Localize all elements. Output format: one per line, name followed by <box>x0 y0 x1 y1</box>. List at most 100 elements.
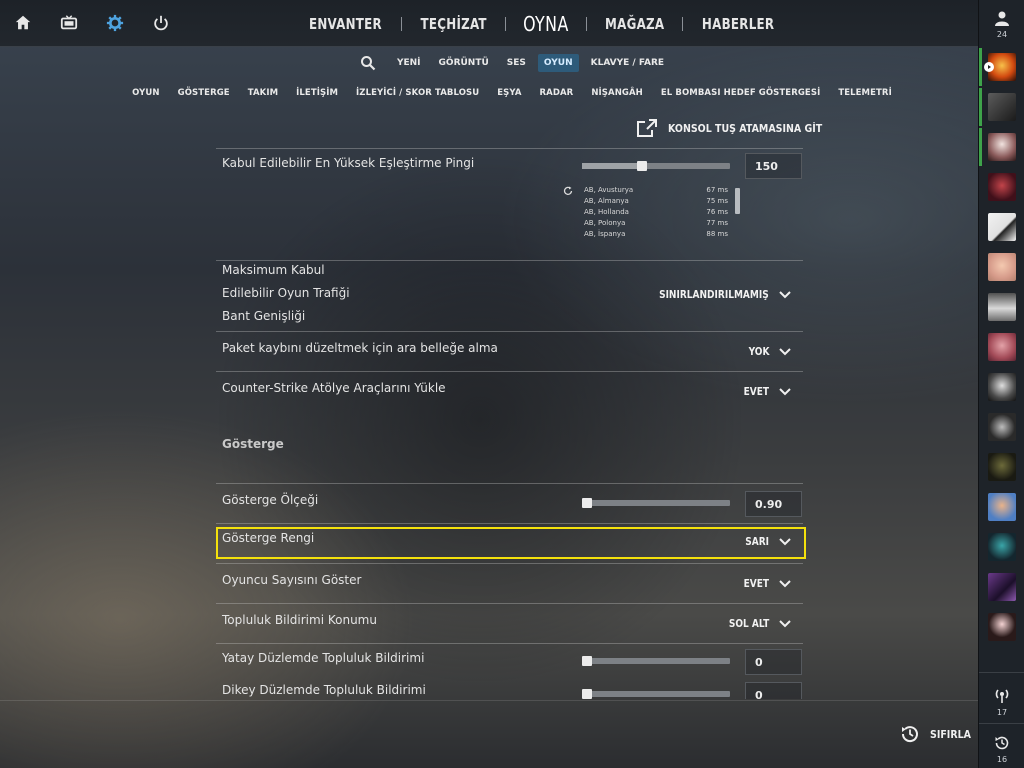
nav-magaza[interactable]: MAĞAZA <box>593 15 677 33</box>
setting-notification-position: Topluluk Bildirimi Konumu SOL ALT <box>216 603 803 643</box>
workshop-dropdown[interactable]: EVET <box>738 385 791 398</box>
tab-goruntu[interactable]: GÖRÜNTÜ <box>433 54 495 72</box>
tab-ses[interactable]: SES <box>501 54 532 72</box>
reset-label: SIFIRLA <box>930 727 971 741</box>
setting-hud-scale: Gösterge Ölçeği 0.90 <box>216 483 803 523</box>
broadcast-button[interactable]: 17 <box>979 686 1024 717</box>
slider-knob[interactable] <box>637 161 648 171</box>
tab-oyun[interactable]: OYUN <box>537 54 579 72</box>
nav-envanter[interactable]: ENVANTER <box>297 15 395 33</box>
bottom-divider <box>0 700 978 701</box>
slider-knob[interactable] <box>582 498 592 508</box>
gear-icon[interactable] <box>104 12 126 34</box>
server-ms: 75 ms <box>706 197 728 205</box>
hud-scale-slider[interactable] <box>582 498 730 508</box>
setting-bandwidth: Maksimum Kabul Edilebilir Oyun Trafiği B… <box>216 260 803 331</box>
slider-knob[interactable] <box>582 689 592 699</box>
category-oyun[interactable]: OYUN <box>132 88 160 102</box>
friends-rail: 24 17 16 <box>978 0 1024 768</box>
notification-vertical-field[interactable]: 0 <box>745 682 802 699</box>
nav-haberler[interactable]: HABERLER <box>690 15 787 33</box>
reset-button[interactable]: SIFIRLA <box>900 724 978 744</box>
hud-scale-value-field[interactable]: 0.90 <box>745 491 802 517</box>
rail-separator <box>979 672 1024 673</box>
history-icon <box>995 736 1009 750</box>
tv-icon[interactable] <box>58 12 80 34</box>
friend-avatar[interactable] <box>988 453 1016 481</box>
bandwidth-dropdown[interactable]: SINIRLANDIRILMAMIŞ <box>635 288 791 301</box>
friend-avatar[interactable] <box>988 373 1016 401</box>
slider-fill <box>582 163 643 169</box>
section-title-gosterge: Gösterge <box>216 437 803 483</box>
slider-knob[interactable] <box>582 656 592 666</box>
list-item: AB, Hollanda 76 ms <box>584 208 744 219</box>
dropdown-value: EVET <box>743 385 769 398</box>
category-izleyici[interactable]: İZLEYİCİ / SKOR TABLOSU <box>356 88 479 102</box>
setting-label-line: Edilebilir Oyun Trafiği <box>222 286 350 300</box>
setting-label: Yatay Düzlemde Topluluk Bildirimi <box>222 651 425 665</box>
notification-vertical-slider[interactable] <box>582 689 730 699</box>
friend-avatar[interactable] <box>988 173 1016 201</box>
console-binding-link[interactable]: KONSOL TUŞ ATAMASINA GİT <box>636 118 847 138</box>
friend-avatar[interactable] <box>988 573 1016 601</box>
friend-avatar[interactable] <box>988 213 1016 241</box>
category-gosterge[interactable]: GÖSTERGE <box>178 88 230 102</box>
online-indicator <box>979 128 982 166</box>
friend-avatar[interactable] <box>988 293 1016 321</box>
friend-avatar[interactable] <box>988 333 1016 361</box>
friend-avatar[interactable] <box>988 493 1016 521</box>
home-icon[interactable] <box>12 12 34 34</box>
ping-slider[interactable] <box>582 161 730 171</box>
setting-notification-horizontal: Yatay Düzlemde Topluluk Bildirimi 0 <box>216 643 803 679</box>
play-icon <box>984 62 994 72</box>
friend-avatar[interactable] <box>988 253 1016 281</box>
category-nisangah[interactable]: NİŞANGÂH <box>591 88 643 102</box>
chevron-down-icon <box>779 387 791 395</box>
category-iletisim[interactable]: İLETİŞİM <box>296 88 338 102</box>
search-icon[interactable] <box>360 55 376 71</box>
server-name: AB, Hollanda <box>584 208 629 216</box>
history-count: 16 <box>996 755 1008 764</box>
history-button[interactable]: 16 <box>979 735 1024 764</box>
category-el-bombasi[interactable]: EL BOMBASI HEDEF GÖSTERGESİ <box>661 88 820 102</box>
ping-value-field[interactable]: 150 <box>745 153 802 179</box>
nav-separator <box>400 16 402 31</box>
notification-position-dropdown[interactable]: SOL ALT <box>720 617 791 630</box>
notification-horizontal-field[interactable]: 0 <box>745 649 802 675</box>
setting-label: Gösterge Ölçeği <box>222 493 319 507</box>
setting-label: Paket kaybını düzeltmek için ara belleğe… <box>222 341 498 355</box>
friend-avatar[interactable] <box>988 533 1016 561</box>
settings-list: Kabul Edilebilir En Yüksek Eşleştirme Pi… <box>216 148 803 699</box>
power-icon[interactable] <box>150 12 172 34</box>
nav-oyna[interactable]: OYNA <box>511 12 581 36</box>
friend-avatar[interactable] <box>988 613 1016 641</box>
nav-techizat[interactable]: TEÇHİZAT <box>408 15 499 33</box>
chevron-down-icon <box>779 579 791 587</box>
friend-avatars <box>979 48 1016 653</box>
chevron-down-icon <box>779 290 791 298</box>
friend-avatar[interactable] <box>979 48 1016 86</box>
category-telemetri[interactable]: TELEMETRİ <box>838 88 892 102</box>
chevron-down-icon <box>779 347 791 355</box>
friends-button[interactable]: 24 <box>979 10 1024 39</box>
tab-klavye-fare[interactable]: KLAVYE / FARE <box>585 54 670 72</box>
list-item: AB, Avusturya 67 ms <box>584 186 744 197</box>
friend-avatar[interactable] <box>979 128 1016 166</box>
setting-label: Dikey Düzlemde Topluluk Bildirimi <box>222 683 426 697</box>
category-esya[interactable]: EŞYA <box>497 88 521 102</box>
settings-subtabs: YENİ GÖRÜNTÜ SES OYUN KLAVYE / FARE <box>0 52 978 74</box>
show-players-dropdown[interactable]: EVET <box>738 577 791 590</box>
category-radar[interactable]: RADAR <box>540 88 574 102</box>
refresh-icon[interactable] <box>563 186 573 196</box>
nav-separator <box>586 16 588 31</box>
list-item: AB, Polonya 77 ms <box>584 219 744 230</box>
list-item: AB, Almanya 75 ms <box>584 197 744 208</box>
server-name: AB, İspanya <box>584 230 626 238</box>
packet-loss-dropdown[interactable]: YOK <box>744 345 791 358</box>
notification-horizontal-slider[interactable] <box>582 656 730 666</box>
tab-yeni[interactable]: YENİ <box>391 54 427 72</box>
friend-avatar[interactable] <box>988 413 1016 441</box>
broadcast-icon <box>995 689 1009 703</box>
category-takim[interactable]: TAKIM <box>248 88 278 102</box>
ping-list-scrollbar[interactable] <box>735 188 740 214</box>
